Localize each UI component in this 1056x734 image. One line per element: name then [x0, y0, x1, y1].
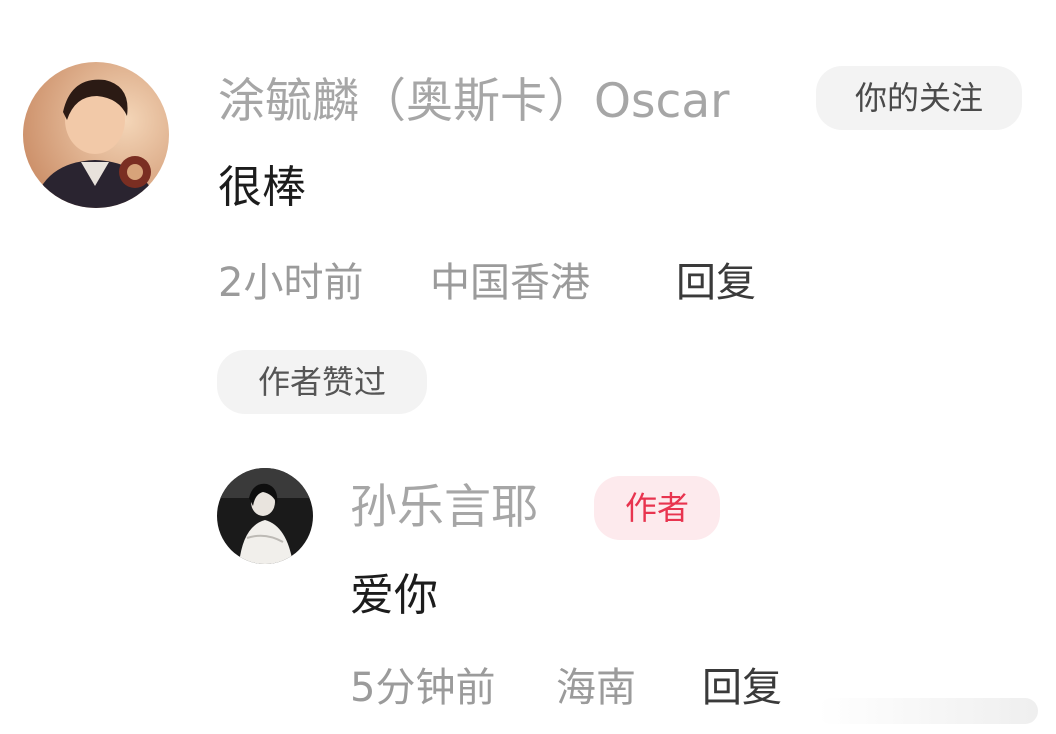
comment-thread: 涂毓麟（奥斯卡）Oscar 你的关注 很棒 2小时前 中国香港 回复 作者赞过 …	[0, 0, 1056, 734]
author-avatar-image	[217, 468, 313, 564]
watermark-overlay	[818, 698, 1038, 724]
reply-username[interactable]: 孙乐言耶	[350, 484, 538, 531]
avatar[interactable]	[23, 62, 169, 208]
avatar[interactable]	[217, 468, 313, 564]
comment-text: 很棒	[218, 162, 306, 213]
follow-badge: 你的关注	[816, 66, 1022, 130]
user-avatar-image	[23, 62, 169, 208]
comment-time: 2小时前	[218, 260, 364, 306]
reply-time: 5分钟前	[350, 665, 496, 711]
comment-username[interactable]: 涂毓麟（奥斯卡）Oscar	[218, 78, 729, 125]
reply-button[interactable]: 回复	[702, 668, 782, 708]
comment-location: 中国香港	[430, 260, 590, 306]
author-liked-chip: 作者赞过	[217, 350, 427, 414]
reply-location: 海南	[556, 665, 636, 711]
reply-button[interactable]: 回复	[676, 263, 756, 303]
reply-text: 爱你	[350, 570, 438, 621]
author-badge: 作者	[594, 476, 720, 540]
